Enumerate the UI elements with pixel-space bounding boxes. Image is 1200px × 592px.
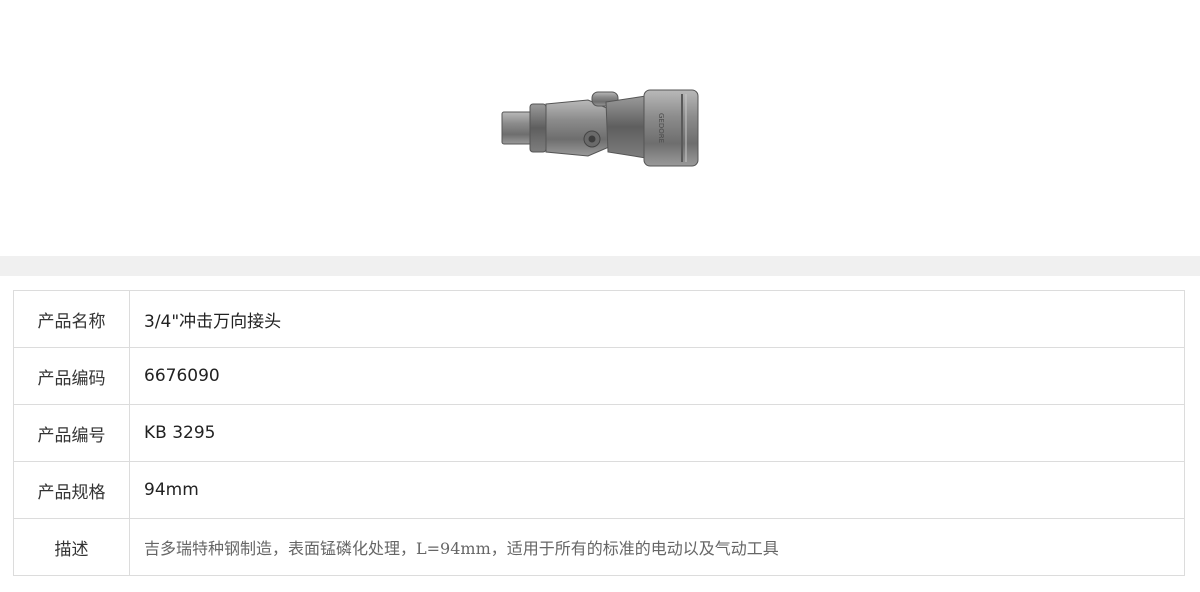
table-row: 产品名称 3/4"冲击万向接头 [13, 290, 1185, 348]
row-label-product-code: 产品编码 [13, 347, 130, 405]
table-row: 产品编号 KB 3295 [13, 404, 1185, 462]
table-row: 产品编码 6676090 [13, 347, 1185, 405]
row-value-product-spec: 94mm [129, 461, 1185, 519]
row-label-product-number: 产品编号 [13, 404, 130, 462]
row-label-description: 描述 [13, 518, 130, 576]
row-value-description: 吉多瑞特种钢制造，表面锰磷化处理，L=94mm，适用于所有的标准的电动以及气动工… [129, 518, 1185, 576]
section-divider [0, 256, 1200, 276]
spec-table: 产品名称 3/4"冲击万向接头 产品编码 6676090 产品编号 KB 329… [13, 290, 1185, 576]
product-image-area: GEDORE [0, 0, 1200, 256]
table-row: 描述 吉多瑞特种钢制造，表面锰磷化处理，L=94mm，适用于所有的标准的电动以及… [13, 518, 1185, 576]
product-detail-page: GEDORE 产品名称 3/4"冲击万向接头 产品编码 6676090 产品编号… [0, 0, 1200, 592]
row-value-product-name: 3/4"冲击万向接头 [129, 290, 1185, 348]
row-label-product-spec: 产品规格 [13, 461, 130, 519]
row-label-product-name: 产品名称 [13, 290, 130, 348]
row-value-product-code: 6676090 [129, 347, 1185, 405]
brand-engraving: GEDORE [657, 113, 665, 143]
row-value-product-number: KB 3295 [129, 404, 1185, 462]
table-row: 产品规格 94mm [13, 461, 1185, 519]
universal-joint-photo: GEDORE [501, 89, 699, 167]
